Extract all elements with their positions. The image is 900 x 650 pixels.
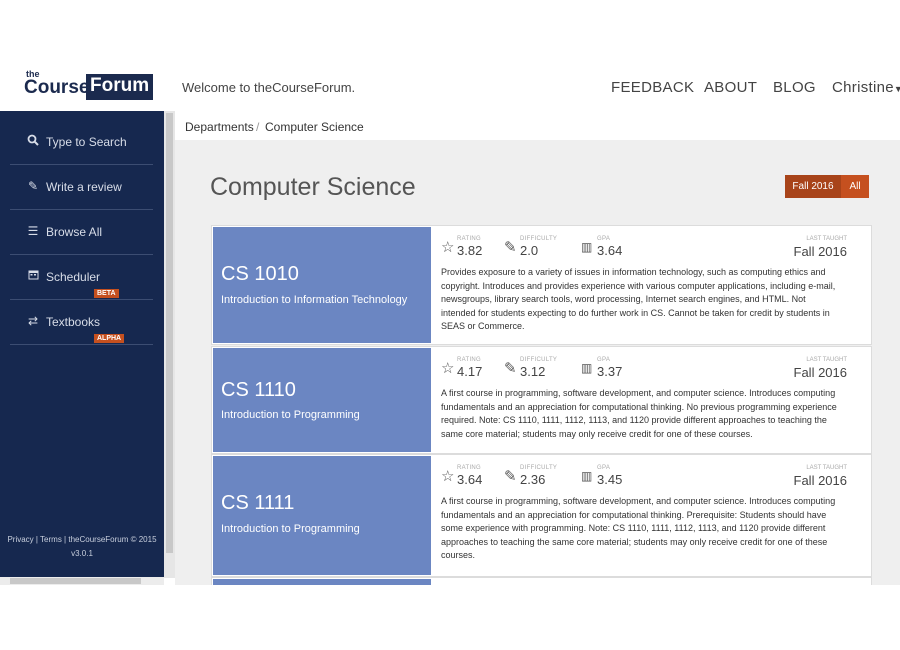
search-icon	[26, 134, 40, 149]
breadcrumb-departments[interactable]: Departments	[185, 120, 254, 134]
last-taught-label: LAST TAUGHT	[806, 465, 847, 471]
logo[interactable]: the Course Forum	[0, 66, 175, 111]
gpa-value: 3.64	[597, 243, 623, 258]
course-number: CS 1010	[221, 263, 299, 285]
gpa-label: GPA	[597, 465, 611, 471]
difficulty-label: DIFFICULTY	[520, 236, 558, 242]
sidebar-item-label: Scheduler	[46, 270, 101, 284]
difficulty-value: 2.36	[520, 472, 546, 487]
course-card[interactable]: CS 1010 Introduction to Information Tech…	[211, 225, 872, 345]
sidebar-scrollbar[interactable]	[164, 111, 175, 578]
top-navbar: the Course Forum Welcome to theCourseFor…	[0, 66, 900, 112]
difficulty-label: DIFFICULTY	[520, 465, 558, 471]
sidebar-item-label: Textbooks	[46, 315, 101, 329]
gpa-label: GPA	[597, 236, 611, 242]
sidebar-footer: Privacy | Terms | theCourseForum © 2015 …	[0, 533, 164, 561]
pencil-icon: ✎	[504, 468, 517, 485]
course-card[interactable]: CS 1111 Introduction to Programming ☆ RA…	[211, 454, 872, 577]
last-taught-value: Fall 2016	[793, 473, 847, 488]
bar-chart-icon: ▥	[581, 469, 593, 483]
course-tile[interactable]	[213, 579, 431, 585]
rating-value: 3.64	[457, 472, 483, 487]
sidebar-item-label: Write a review	[46, 180, 122, 194]
welcome-text: Welcome to theCourseForum.	[182, 80, 356, 95]
difficulty-value: 2.0	[520, 243, 539, 258]
nav-blog[interactable]: BLOG	[773, 79, 816, 96]
star-icon: ☆	[441, 360, 455, 377]
sidebar-item-write-review[interactable]: ✎ Write a review	[10, 165, 153, 210]
pencil-icon: ✎	[27, 179, 39, 193]
course-number: CS 1111	[221, 492, 295, 514]
course-description: A first course in programming, software …	[441, 496, 836, 561]
sidebar-item-search[interactable]: Type to Search	[10, 120, 153, 165]
beta-badge: BETA	[94, 289, 119, 298]
alpha-badge: ALPHA	[94, 334, 125, 343]
course-name: Introduction to Programming	[221, 523, 360, 535]
nav-about[interactable]: ABOUT	[704, 79, 757, 96]
sidebar-item-browse-all[interactable]: ☰ Browse All	[10, 210, 153, 255]
nav-feedback[interactable]: FEEDBACK	[611, 79, 694, 96]
last-taught-label: LAST TAUGHT	[806, 236, 847, 242]
last-taught-value: Fall 2016	[793, 244, 847, 259]
star-icon: ☆	[441, 468, 455, 485]
last-taught-value: Fall 2016	[793, 365, 847, 380]
difficulty-value: 3.12	[520, 364, 546, 379]
difficulty-label: DIFFICULTY	[520, 357, 558, 363]
rating-label: RATING	[457, 465, 482, 471]
sidebar-item-textbooks[interactable]: ⇄ Textbooks ALPHA	[10, 300, 153, 345]
page-title: Computer Science	[210, 173, 416, 201]
course-name: Introduction to Information Technology	[221, 294, 408, 306]
course-tile[interactable]: CS 1110 Introduction to Programming	[213, 348, 431, 452]
user-name: Christine	[832, 79, 894, 96]
breadcrumb-current: Computer Science	[265, 120, 364, 134]
logo-forum: Forum	[86, 74, 154, 100]
scrollbar-thumb[interactable]	[10, 578, 141, 584]
course-description: A first course in programming, software …	[441, 388, 837, 439]
bar-chart-icon: ▥	[581, 361, 593, 375]
course-tile[interactable]: CS 1111 Introduction to Programming	[213, 456, 431, 575]
pencil-icon: ✎	[504, 239, 517, 256]
caret-down-icon: ▼	[893, 84, 900, 94]
scrollbar-thumb[interactable]	[166, 113, 173, 553]
user-menu[interactable]: Christine▼	[832, 79, 900, 96]
sidebar: Type to Search ✎ Write a review ☰ Browse…	[0, 111, 164, 578]
course-card[interactable]: CS 1110 Introduction to Programming ☆ RA…	[211, 346, 872, 454]
pencil-icon: ✎	[504, 360, 517, 377]
course-number: CS 1110	[221, 379, 296, 401]
star-icon: ☆	[441, 239, 455, 256]
course-tile[interactable]: CS 1010 Introduction to Information Tech…	[213, 227, 431, 343]
logo-course: Course	[24, 77, 90, 98]
course-card[interactable]	[211, 577, 872, 585]
breadcrumb: Departments / Computer Science	[175, 111, 900, 141]
breadcrumb-separator: /	[256, 120, 260, 134]
rating-label: RATING	[457, 357, 482, 363]
rating-value: 3.82	[457, 243, 483, 258]
list-icon: ☰	[27, 224, 39, 238]
course-description: Provides exposure to a variety of issues…	[441, 267, 836, 332]
sidebar-item-label: Browse All	[46, 225, 103, 239]
version-text: v3.0.1	[71, 549, 93, 558]
sidebar-item-scheduler[interactable]: Scheduler BETA	[10, 255, 153, 300]
horizontal-scrollbar[interactable]	[0, 577, 164, 585]
bar-chart-icon: ▥	[581, 240, 593, 254]
last-taught-label: LAST TAUGHT	[806, 357, 847, 363]
course-name: Introduction to Programming	[221, 409, 360, 421]
gpa-value: 3.45	[597, 472, 623, 487]
rating-value: 4.17	[457, 364, 483, 379]
calendar-icon	[26, 269, 40, 283]
main-content: Computer Science Fall 2016 All CS 1010 I…	[175, 140, 900, 585]
rating-label: RATING	[457, 236, 482, 242]
footer-links[interactable]: Privacy | Terms | theCourseForum © 2015	[0, 533, 164, 547]
gpa-value: 3.37	[597, 364, 623, 379]
semester-all-button[interactable]: All	[841, 175, 869, 198]
sidebar-item-label: Type to Search	[46, 135, 127, 149]
semester-fall-2016-button[interactable]: Fall 2016	[785, 175, 841, 198]
exchange-icon: ⇄	[27, 314, 39, 328]
gpa-label: GPA	[597, 357, 611, 363]
